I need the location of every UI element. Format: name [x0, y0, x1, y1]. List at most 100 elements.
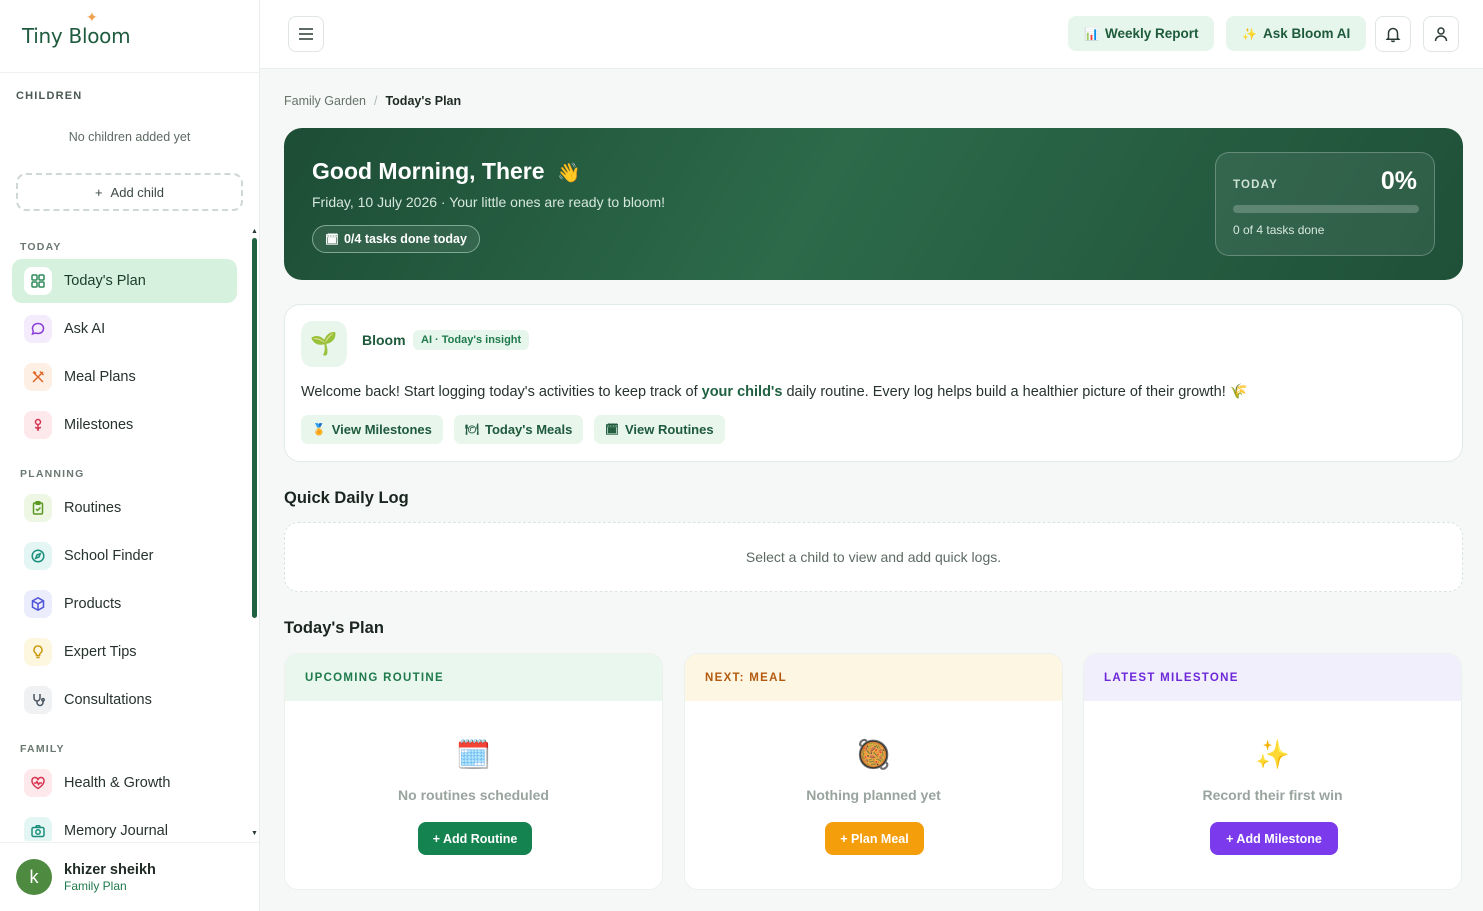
- scrollbar-thumb[interactable]: [252, 238, 257, 618]
- chat-icon: [24, 315, 52, 343]
- breadcrumb-separator: /: [373, 94, 378, 108]
- card-empty-text: Nothing planned yet: [806, 787, 941, 803]
- next-meal-card: NEXT: MEAL 🥘 Nothing planned yet + Plan …: [684, 653, 1063, 890]
- sidebar-item-label: Today's Plan: [64, 273, 146, 289]
- heart-pulse-icon: [24, 769, 52, 797]
- chip-label: Today's Meals: [484, 422, 573, 437]
- avatar: k: [16, 859, 52, 895]
- view-routines-button[interactable]: 🗓 View Routines: [594, 415, 725, 444]
- sidebar-item-todays-plan[interactable]: Today's Plan: [12, 259, 237, 303]
- clipboard-icon: [24, 494, 52, 522]
- stethoscope-icon: [24, 686, 52, 714]
- ask-bloom-label: Ask Bloom AI: [1262, 26, 1351, 41]
- sidebar-item-label: Routines: [64, 500, 122, 516]
- utensils-icon: [24, 363, 52, 391]
- insight-message: Welcome back! Start logging today's acti…: [301, 383, 1248, 400]
- card-empty-text: No routines scheduled: [398, 787, 549, 803]
- sidebar: Tiny Bloom ✦ CHILDREN No children added …: [0, 0, 260, 911]
- user-name: khizer sheikh: [64, 861, 156, 878]
- todays-plan-title: Today's Plan: [284, 619, 384, 637]
- tasks-done-text: 0 of 4 tasks done: [1233, 223, 1325, 237]
- add-routine-button[interactable]: + Add Routine: [418, 822, 532, 855]
- profile-button[interactable]: [1423, 16, 1459, 52]
- chip-label: View Routines: [624, 422, 714, 437]
- sidebar-item-label: Expert Tips: [64, 644, 137, 660]
- flower-icon: [24, 411, 52, 439]
- grid-icon: [24, 267, 52, 295]
- nav-section-today: TODAY: [20, 241, 62, 253]
- ai-insight-card: 🌱 Bloom AI · Today's insight Welcome bac…: [284, 304, 1463, 462]
- sidebar-item-meal-plans[interactable]: Meal Plans: [12, 355, 237, 399]
- trophy-icon: 🏅: [312, 424, 326, 436]
- calendar-icon: 🗓️: [456, 739, 491, 770]
- insight-text-highlight: your child's: [701, 384, 783, 400]
- chip-label: View Milestones: [331, 422, 432, 437]
- topbar: 📊 Weekly Report ✨ Ask Bloom AI: [260, 0, 1483, 69]
- weekly-report-button[interactable]: 📊 Weekly Report: [1068, 16, 1215, 51]
- sidebar-nav: TODAY Today's Plan Ask AI Meal Plans Mil…: [0, 228, 250, 841]
- sidebar-item-label: Milestones: [64, 417, 134, 433]
- nav-section-family: FAMILY: [20, 743, 65, 755]
- sparkles-icon: ✨: [1255, 739, 1290, 770]
- breadcrumb-current: Today's Plan: [385, 94, 462, 108]
- sidebar-item-consultations[interactable]: Consultations: [12, 678, 237, 722]
- view-milestones-button[interactable]: 🏅 View Milestones: [301, 415, 443, 444]
- greeting-title: Good Morning, There 👋: [312, 158, 581, 185]
- plate-icon: 🍽: [465, 424, 479, 436]
- add-milestone-button[interactable]: + Add Milestone: [1210, 822, 1338, 855]
- scroll-up-arrow-icon[interactable]: ▲: [251, 228, 258, 235]
- wave-icon: 👋: [556, 163, 581, 184]
- plan-meal-button[interactable]: + Plan Meal: [825, 822, 924, 855]
- insight-text-start: Welcome back! Start logging today's acti…: [301, 384, 702, 400]
- bar-chart-icon: 📊: [1084, 26, 1099, 41]
- user-icon: [1434, 27, 1448, 42]
- hamburger-icon: [299, 28, 313, 40]
- app-logo[interactable]: Tiny Bloom ✦: [22, 10, 131, 48]
- insight-tag: AI · Today's insight: [413, 330, 530, 350]
- camera-icon: [24, 817, 52, 841]
- weekly-report-label: Weekly Report: [1104, 26, 1199, 41]
- sidebar-item-routines[interactable]: Routines: [12, 486, 237, 530]
- scroll-down-arrow-icon[interactable]: ▼: [251, 830, 258, 837]
- calendar-icon: 🗓: [605, 424, 619, 436]
- sidebar-item-milestones[interactable]: Milestones: [12, 403, 237, 447]
- nav-section-planning: PLANNING: [20, 468, 85, 480]
- sidebar-item-label: Meal Plans: [64, 369, 136, 385]
- sidebar-item-health-growth[interactable]: Health & Growth: [12, 761, 237, 805]
- quick-log-title: Quick Daily Log: [284, 489, 409, 507]
- quick-log-empty: Select a child to view and add quick log…: [284, 522, 1463, 592]
- seedling-icon: 🌱: [301, 321, 347, 367]
- today-progress-card: TODAY 0% 0 of 4 tasks done: [1215, 152, 1435, 256]
- sidebar-item-label: Memory Journal: [64, 823, 168, 839]
- sidebar-item-label: Health & Growth: [64, 775, 171, 791]
- notifications-button[interactable]: [1375, 16, 1411, 52]
- today-percent: 0%: [1380, 167, 1417, 195]
- tasks-badge: 🗓 0/4 tasks done today: [312, 225, 480, 253]
- menu-button[interactable]: [288, 16, 324, 52]
- sidebar-item-ask-ai[interactable]: Ask AI: [12, 307, 237, 351]
- sidebar-item-expert-tips[interactable]: Expert Tips: [12, 630, 237, 674]
- todays-meals-button[interactable]: 🍽 Today's Meals: [454, 415, 584, 444]
- sidebar-scrollbar[interactable]: ▲ ▼: [250, 228, 259, 841]
- user-plan: Family Plan: [64, 878, 127, 893]
- box-icon: [24, 590, 52, 618]
- logo-area: Tiny Bloom ✦: [0, 0, 259, 73]
- greeting-subtitle: Friday, 10 July 2026 · Your little ones …: [312, 194, 666, 210]
- sidebar-item-products[interactable]: Products: [12, 582, 237, 626]
- add-child-button[interactable]: + Add child: [16, 173, 243, 211]
- breadcrumb-parent[interactable]: Family Garden: [284, 94, 366, 108]
- latest-milestone-card: LATEST MILESTONE ✨ Record their first wi…: [1083, 653, 1462, 890]
- children-section-label: CHILDREN: [16, 90, 83, 102]
- sidebar-item-memory-journal[interactable]: Memory Journal: [12, 809, 237, 841]
- sidebar-item-school-finder[interactable]: School Finder: [12, 534, 237, 578]
- sidebar-item-label: School Finder: [64, 548, 154, 564]
- sidebar-item-label: Products: [64, 596, 122, 612]
- insight-author: Bloom: [362, 332, 406, 348]
- greeting-text: Good Morning, There: [312, 158, 545, 184]
- bell-icon: [1385, 27, 1401, 43]
- lightbulb-icon: [24, 638, 52, 666]
- ask-bloom-ai-button[interactable]: ✨ Ask Bloom AI: [1226, 16, 1367, 51]
- card-header: LATEST MILESTONE: [1084, 654, 1461, 701]
- user-profile[interactable]: k khizer sheikh Family Plan: [0, 842, 259, 911]
- breadcrumb: Family Garden / Today's Plan: [284, 94, 461, 108]
